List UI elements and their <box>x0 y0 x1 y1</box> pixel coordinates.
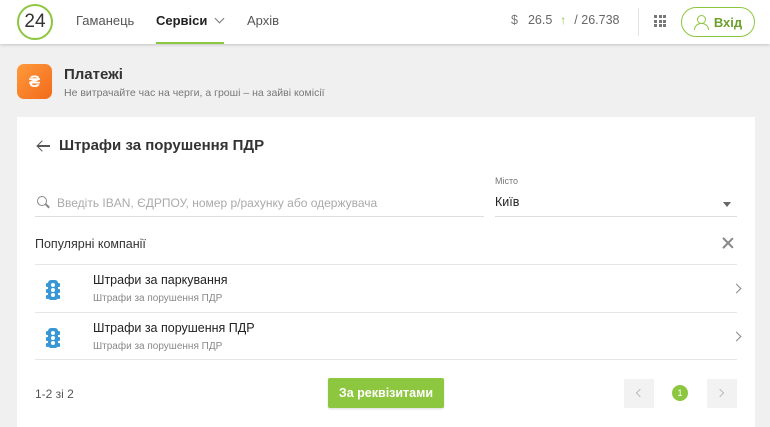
rate-sell: / 26.738 <box>574 13 620 27</box>
list-item-name: Штрафи за паркування <box>93 273 228 287</box>
search-input[interactable] <box>57 193 477 213</box>
popular-companies-title: Популярні компанії <box>35 237 146 251</box>
caret-down-icon <box>723 202 731 207</box>
search-icon <box>37 196 50 209</box>
list-item-name: Штрафи за порушення ПДР <box>93 321 255 335</box>
prev-page-button[interactable] <box>624 379 654 408</box>
traffic-light-icon <box>46 328 60 348</box>
arrow-up-icon: ↑ <box>560 13 567 27</box>
header-divider <box>638 8 639 36</box>
list-item[interactable]: Штрафи за порушення ПДР Штрафи за поруше… <box>35 312 742 360</box>
nav-services[interactable]: Сервіси <box>156 13 225 28</box>
top-header: 24 Гаманець Сервіси Архів $ 26.5 ↑ / 26.… <box>0 0 770 44</box>
login-button[interactable]: Вхід <box>681 7 755 37</box>
apps-grid-icon[interactable] <box>654 15 666 27</box>
exchange-rate: $ 26.5 ↑ / 26.738 <box>511 13 619 27</box>
fines-card: Штрафи за порушення ПДР Місто Київ Попул… <box>17 117 755 427</box>
payments-hryvnia-icon: ₴ <box>17 64 52 99</box>
rate-buy: 26.5 <box>527 13 553 27</box>
chevron-right-icon <box>731 283 742 294</box>
city-value: Київ <box>495 195 520 209</box>
section-title: Платежі <box>64 66 123 83</box>
next-page-button[interactable] <box>707 379 737 408</box>
back-arrow-icon[interactable] <box>37 139 51 153</box>
traffic-light-icon <box>46 280 60 300</box>
user-icon <box>693 15 709 30</box>
nav-archive[interactable]: Архів <box>247 13 279 28</box>
privat24-logo[interactable]: 24 <box>17 4 53 40</box>
list-item-subtitle: Штрафи за порушення ПДР <box>93 293 223 304</box>
chevron-down-icon <box>214 13 225 24</box>
page-number-current[interactable]: 1 <box>672 385 688 401</box>
list-item[interactable]: Штрафи за паркування Штрафи за порушення… <box>35 264 742 312</box>
nav-active-indicator <box>156 42 224 44</box>
page-title: Штрафи за порушення ПДР <box>59 137 265 154</box>
city-select[interactable]: Київ <box>495 190 737 217</box>
section-subtitle: Не витрачайте час на черги, а гроші – на… <box>64 87 325 99</box>
list-item-subtitle: Штрафи за порушення ПДР <box>93 341 223 352</box>
login-label: Вхід <box>713 14 743 30</box>
companies-list: Штрафи за паркування Штрафи за порушення… <box>35 264 742 360</box>
dollar-icon: $ <box>511 13 518 27</box>
nav-services-label: Сервіси <box>156 13 208 28</box>
search-field <box>35 192 484 217</box>
close-icon[interactable] <box>722 237 734 249</box>
by-details-button[interactable]: За реквізитами <box>328 378 444 408</box>
chevron-left-icon <box>635 388 645 398</box>
chevron-right-icon <box>731 331 742 342</box>
city-label: Місто <box>495 176 519 186</box>
pager-count: 1-2 зі 2 <box>35 387 74 401</box>
chevron-right-icon <box>715 388 725 398</box>
nav-wallet[interactable]: Гаманець <box>76 13 134 28</box>
